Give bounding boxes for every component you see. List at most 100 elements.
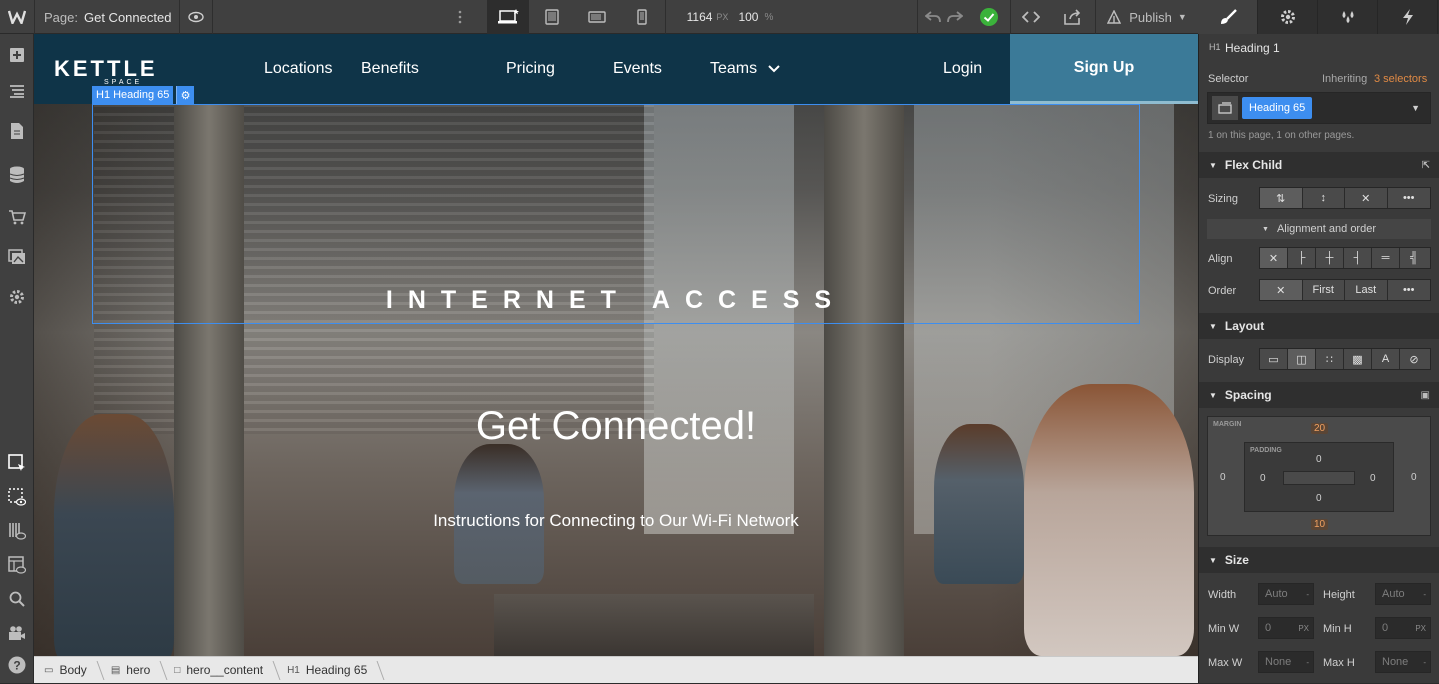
grow-icon[interactable]: ↕ [1303, 188, 1345, 208]
signup-button[interactable]: Sign Up [1010, 34, 1198, 101]
section-size[interactable]: ▼ Size [1199, 547, 1439, 573]
desktop-breakpoint-icon[interactable] [487, 0, 529, 34]
hero-title[interactable]: Get Connected! [34, 404, 1198, 449]
align-end-icon[interactable]: ┤ [1344, 248, 1372, 268]
order-first-button[interactable]: First [1303, 280, 1345, 300]
width-input[interactable]: Auto - [1258, 583, 1314, 605]
max-height-unit[interactable]: - [1423, 658, 1426, 667]
page-selector[interactable]: Page: Get Connected [44, 0, 174, 34]
element-settings-gear-icon[interactable]: ⚙ [176, 86, 194, 104]
share-icon[interactable] [1054, 0, 1092, 34]
preview-eye-icon[interactable] [180, 0, 212, 34]
margin-bottom-value[interactable]: 10 [1311, 519, 1329, 530]
alignment-order-toggle[interactable]: ▼ Alignment and order [1207, 219, 1431, 239]
nav-dropdown-teams[interactable]: Teams [710, 60, 780, 78]
code-export-icon[interactable] [1012, 0, 1050, 34]
canvas-width-value[interactable]: 1164 [687, 10, 713, 24]
project-settings-gear-icon[interactable] [0, 282, 34, 312]
ecommerce-cart-icon[interactable] [0, 202, 34, 232]
video-tutorials-icon[interactable] [0, 618, 34, 648]
section-flex-child[interactable]: ▼ Flex Child ⇱ [1199, 152, 1439, 178]
height-input[interactable]: Auto - [1375, 583, 1431, 605]
display-none-icon[interactable]: ⊘ [1400, 349, 1428, 369]
display-flex-icon[interactable]: ◫ [1288, 349, 1316, 369]
webflow-logo-icon[interactable] [0, 0, 34, 34]
selector-type-icon[interactable] [1212, 96, 1238, 120]
padding-right-value[interactable]: 0 [1370, 473, 1376, 484]
padding-bottom-value[interactable]: 0 [1316, 493, 1322, 504]
align-center-icon[interactable]: ┼ [1316, 248, 1344, 268]
spacing-expand-icon[interactable]: ▣ [1421, 390, 1430, 401]
margin-right-value[interactable]: 0 [1411, 472, 1417, 483]
margin-top-value[interactable]: 20 [1311, 423, 1329, 434]
breadcrumb-body[interactable]: ▭ Body [34, 657, 101, 684]
max-width-unit[interactable]: - [1306, 658, 1309, 667]
flex-parent-arrow-icon[interactable]: ⇱ [1422, 160, 1430, 171]
align-baseline-icon[interactable]: ╣ [1400, 248, 1428, 268]
more-options-icon[interactable]: ••• [1388, 280, 1430, 300]
nav-link-locations[interactable]: Locations [264, 60, 333, 78]
align-start-icon[interactable]: ├ [1288, 248, 1316, 268]
display-inline-block-icon[interactable]: ▩ [1344, 349, 1372, 369]
more-options-icon[interactable]: ••• [1388, 188, 1430, 208]
hero-subtitle[interactable]: Instructions for Connecting to Our Wi-Fi… [34, 511, 1198, 531]
redo-icon[interactable] [944, 0, 966, 34]
nav-link-events[interactable]: Events [613, 60, 662, 78]
select-element-icon[interactable] [0, 448, 34, 478]
padding-left-value[interactable]: 0 [1260, 473, 1266, 484]
selector-chip[interactable]: Heading 65 [1242, 97, 1313, 119]
no-shrink-icon[interactable]: ✕ [1345, 188, 1388, 208]
interactions-bolt-icon[interactable] [1378, 0, 1438, 34]
zoom-value[interactable]: 100 [738, 10, 758, 24]
style-brush-icon[interactable] [1198, 0, 1258, 34]
breadcrumb-hero[interactable]: ▤ hero [101, 657, 164, 684]
align-none-icon[interactable]: ✕ [1260, 248, 1288, 268]
min-width-input[interactable]: 0 PX [1258, 617, 1314, 639]
height-unit[interactable]: - [1423, 590, 1426, 599]
selected-element-tag[interactable]: H1 Heading 65 [92, 86, 174, 104]
style-manager-drops-icon[interactable] [1318, 0, 1378, 34]
max-height-input[interactable]: None - [1375, 651, 1431, 673]
padding-top-value[interactable]: 0 [1316, 454, 1322, 465]
status-check-icon[interactable] [975, 0, 1003, 34]
width-unit[interactable]: - [1306, 590, 1309, 599]
max-width-input[interactable]: None - [1258, 651, 1314, 673]
order-last-button[interactable]: Last [1345, 280, 1388, 300]
breadcrumb-heading[interactable]: H1 Heading 65 [277, 657, 381, 684]
min-height-unit[interactable]: PX [1415, 624, 1426, 633]
show-element-edges-icon[interactable] [0, 482, 34, 512]
search-icon[interactable] [0, 584, 34, 614]
pages-icon[interactable] [0, 116, 34, 146]
publish-button[interactable]: Publish ▼ [1100, 0, 1194, 34]
undo-icon[interactable] [922, 0, 944, 34]
display-grid-icon[interactable]: ∷ [1316, 349, 1344, 369]
mobile-portrait-icon[interactable] [621, 0, 663, 34]
align-stretch-icon[interactable]: ═ [1372, 248, 1400, 268]
navigator-icon[interactable] [0, 76, 34, 106]
display-block-icon[interactable]: ▭ [1260, 349, 1288, 369]
margin-left-value[interactable]: 0 [1220, 472, 1226, 483]
min-height-input[interactable]: 0 PX [1375, 617, 1431, 639]
nav-link-pricing[interactable]: Pricing [506, 60, 555, 78]
min-width-unit[interactable]: PX [1298, 624, 1309, 633]
display-inline-icon[interactable]: A [1372, 349, 1400, 369]
selector-dropdown-icon[interactable]: ▼ [1411, 103, 1420, 113]
heading-internet-access[interactable]: INTERNET ACCESS [92, 286, 1140, 315]
section-layout[interactable]: ▼ Layout [1199, 313, 1439, 339]
tablet-breakpoint-icon[interactable] [532, 0, 572, 34]
assets-images-icon[interactable] [0, 242, 34, 272]
inheriting-selectors-link[interactable]: 3 selectors [1374, 73, 1427, 85]
nav-link-benefits[interactable]: Benefits [361, 60, 419, 78]
selector-field[interactable]: Heading 65 ▼ [1207, 92, 1431, 124]
help-icon[interactable]: ? [0, 650, 34, 680]
more-vertical-icon[interactable] [450, 0, 470, 34]
cms-database-icon[interactable] [0, 160, 34, 190]
section-spacing[interactable]: ▼ Spacing ▣ [1199, 382, 1439, 408]
order-none-icon[interactable]: ✕ [1260, 280, 1303, 300]
shrink-icon[interactable]: ⇅ [1260, 188, 1303, 208]
x-ray-mode-icon[interactable] [0, 516, 34, 546]
mobile-landscape-icon[interactable] [576, 0, 618, 34]
preview-layout-icon[interactable] [0, 550, 34, 580]
nav-link-login[interactable]: Login [943, 60, 982, 78]
design-canvas[interactable]: KETTLE SPACE Locations Benefits Pricing … [34, 34, 1198, 656]
